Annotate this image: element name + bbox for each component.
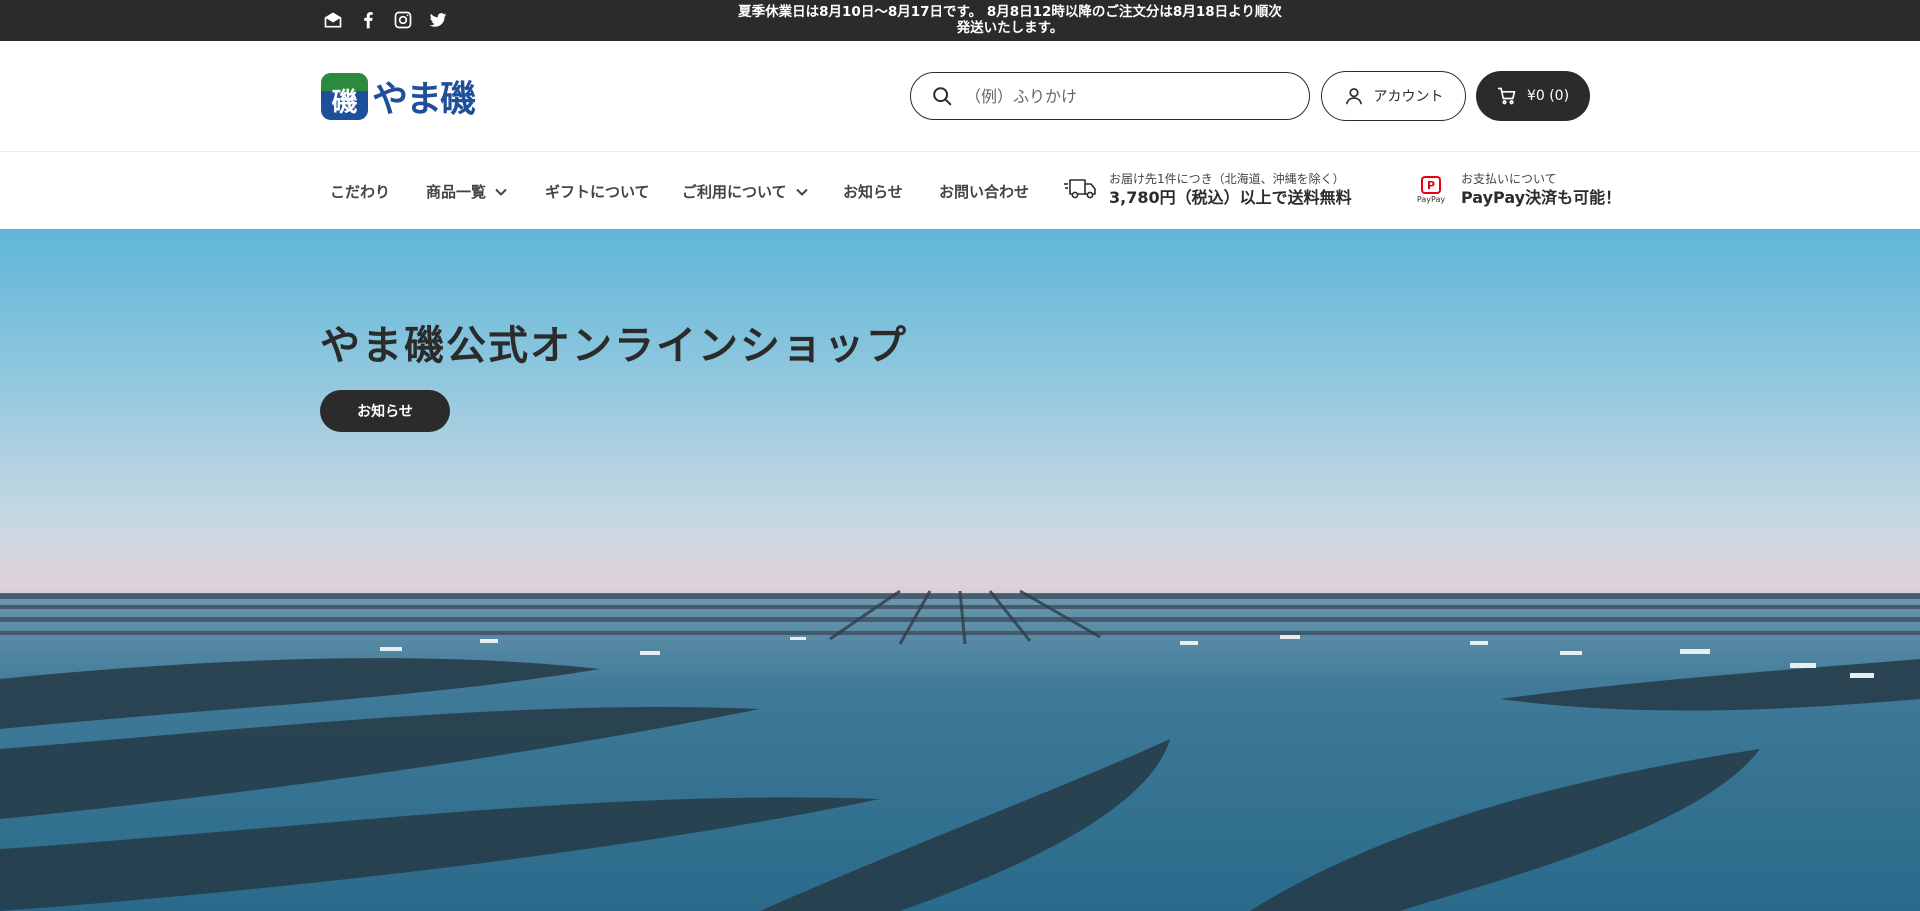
chevron-down-icon: [795, 188, 808, 196]
site-logo[interactable]: 磯 やま磯: [321, 71, 481, 121]
chevron-down-icon: [495, 188, 507, 196]
hero-image: [0, 589, 1920, 911]
search-icon: [933, 87, 952, 106]
cart-button[interactable]: ¥0 (0): [1476, 71, 1590, 121]
news-button[interactable]: お知らせ: [320, 390, 450, 432]
hero-title: やま磯公式オンラインショップ: [320, 322, 908, 369]
search-box[interactable]: [910, 72, 1310, 120]
account-label: アカウント: [1373, 89, 1444, 105]
cart-label: ¥0 (0): [1526, 88, 1570, 104]
twitter-icon[interactable]: [426, 8, 449, 31]
hero-banner: やま磯公式オンラインショップ お知らせ: [0, 229, 1920, 911]
site-header: 磯 やま磯 アカウント ¥0 (0): [0, 41, 1920, 152]
nav-item-news[interactable]: お知らせ: [843, 181, 903, 202]
search-input[interactable]: [965, 86, 1285, 106]
nav-item-kodawari[interactable]: こだわり: [330, 181, 390, 202]
main-nav: こだわり 商品一覧 ギフトについて ご利用について お知らせ お問い合わせ お届…: [0, 152, 1920, 229]
announcement-text: 夏季休業日は8月10日〜8月17日です。 8月8日12時以降のご注文分は8月18…: [660, 4, 1360, 36]
truck-icon: [1063, 175, 1097, 205]
nav-item-gift[interactable]: ギフトについて: [545, 181, 650, 202]
nav-item-usage[interactable]: ご利用について: [682, 181, 809, 202]
announcement-line-1: 夏季休業日は8月10日〜8月17日です。 8月8日12時以降のご注文分は8月18…: [738, 4, 1282, 20]
announcement-line-2: 発送いたします。: [956, 20, 1064, 36]
nav-item-products[interactable]: 商品一覧: [426, 181, 508, 202]
account-button[interactable]: アカウント: [1321, 71, 1466, 121]
nav-item-contact[interactable]: お問い合わせ: [939, 181, 1029, 202]
paypay-logo: P PayPay: [1413, 172, 1449, 208]
shipping-note: お届け先1件につき（北海道、沖縄を除く）: [1109, 172, 1345, 186]
logo-mark: 磯: [321, 72, 368, 120]
announcement-bar: 夏季休業日は8月10日〜8月17日です。 8月8日12時以降のご注文分は8月18…: [0, 0, 1920, 41]
payment-headline: PayPay決済も可能！: [1461, 188, 1622, 207]
payment-note: お支払いについて: [1461, 172, 1557, 186]
facebook-icon[interactable]: [356, 8, 379, 31]
social-links: [321, 8, 449, 31]
instagram-icon[interactable]: [391, 8, 414, 31]
payment-promo: P PayPay お支払いについて PayPay決済も可能！: [1413, 171, 1621, 209]
logo-text: やま磯: [372, 78, 476, 120]
cart-icon: [1497, 87, 1516, 105]
shipping-headline: 3,780円（税込）以上で送料無料: [1109, 188, 1352, 207]
mail-icon[interactable]: [321, 8, 344, 31]
user-icon: [1345, 88, 1362, 105]
shipping-promo: お届け先1件につき（北海道、沖縄を除く） 3,780円（税込）以上で送料無料: [1063, 171, 1352, 209]
